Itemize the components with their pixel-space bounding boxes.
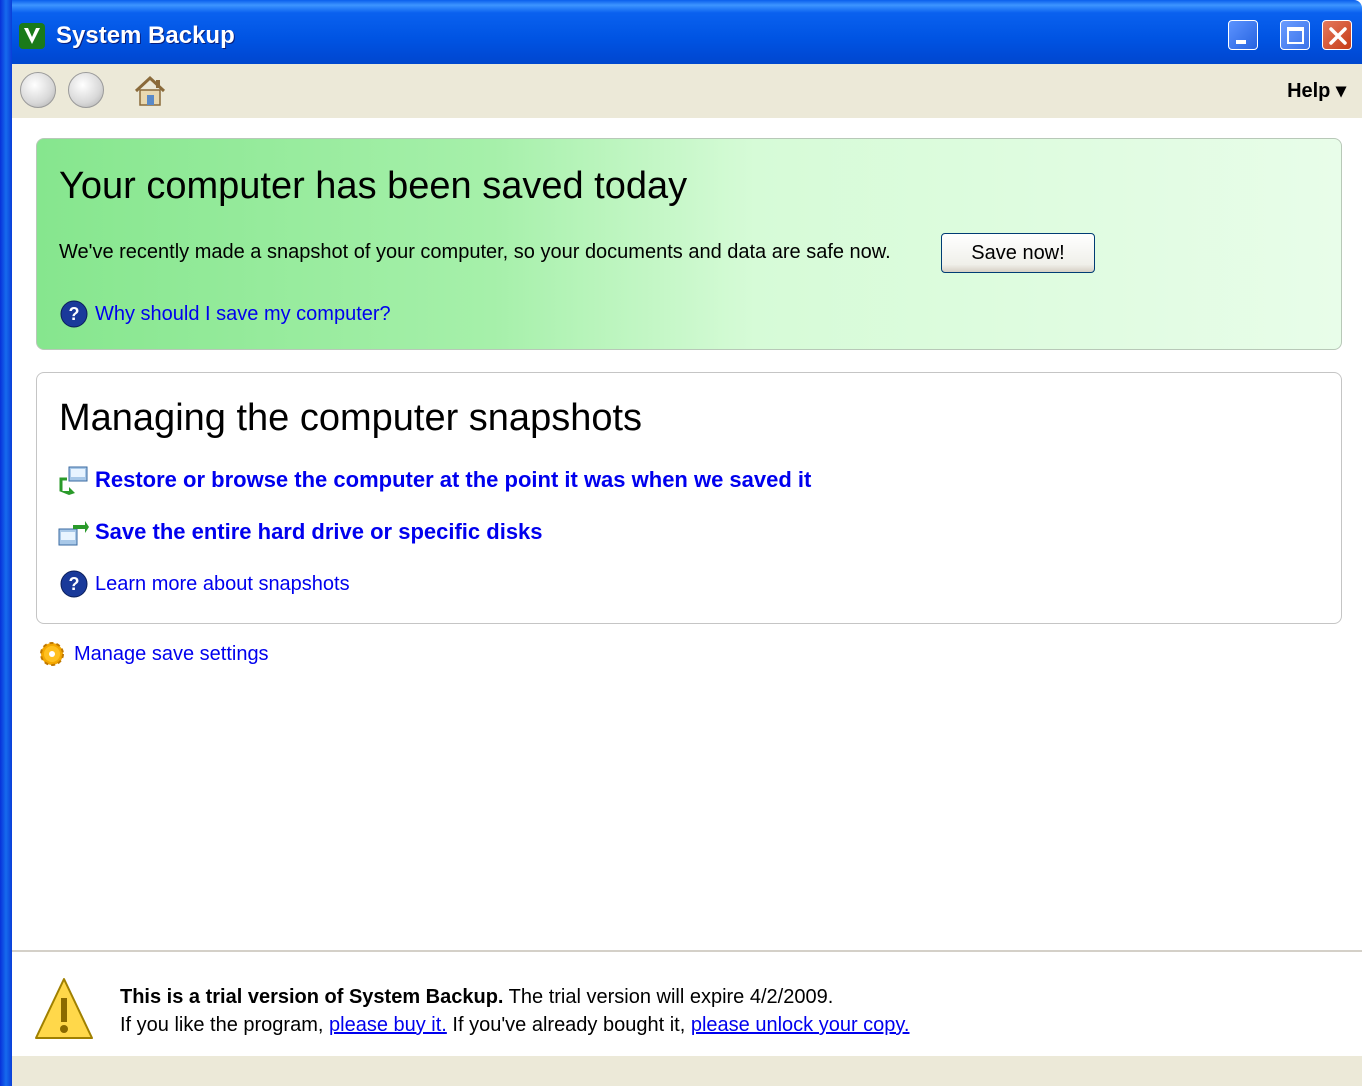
minimize-icon (1236, 40, 1246, 44)
window-title: System Backup (56, 22, 235, 49)
status-title: Your computer has been saved today (59, 165, 688, 207)
minimize-button[interactable] (1228, 20, 1258, 50)
save-now-button[interactable]: Save now! (941, 233, 1095, 273)
snapshots-panel: Managing the computer snapshots Restore … (36, 372, 1342, 624)
unlock-link[interactable]: please unlock your copy. (691, 1014, 910, 1036)
maximize-icon (1287, 27, 1304, 44)
save-disk-icon (58, 521, 89, 546)
trial-prefix: If you like the program, (120, 1014, 324, 1036)
restore-icon (59, 466, 88, 495)
manage-settings-link[interactable]: Manage save settings (36, 638, 269, 670)
window-frame-left (0, 0, 12, 1086)
forward-arrow-icon (69, 73, 103, 107)
trial-bold-text: This is a trial version of System Backup… (120, 986, 504, 1008)
question-icon: ? (60, 300, 88, 328)
buy-link[interactable]: please buy it. (329, 1014, 447, 1036)
main-content: Your computer has been saved today We've… (12, 118, 1362, 950)
app-v-icon (19, 23, 45, 49)
learn-snapshots-link[interactable]: ? Learn more about snapshots (59, 569, 350, 599)
trial-middle: If you've already bought it, (452, 1014, 686, 1036)
snapshots-title: Managing the computer snapshots (59, 397, 643, 439)
back-button[interactable] (20, 72, 56, 108)
status-panel: Your computer has been saved today We've… (36, 138, 1342, 350)
trial-notice: This is a trial version of System Backup… (120, 986, 833, 1009)
forward-button[interactable] (68, 72, 104, 108)
warning-icon (35, 978, 93, 1039)
learn-snapshots-label[interactable]: Learn more about snapshots (95, 573, 350, 596)
trial-expire-text: The trial version will expire 4/2/2009. (508, 986, 834, 1008)
status-bar (12, 1056, 1362, 1086)
trial-footer: This is a trial version of System Backup… (12, 952, 1362, 1056)
app-window: System Backup Help ▾ Your computer has b… (0, 0, 1362, 1086)
status-description: We've recently made a snapshot of your c… (59, 241, 891, 263)
restore-label[interactable]: Restore or browse the computer at the po… (95, 467, 811, 493)
save-disks-label[interactable]: Save the entire hard drive or specific d… (95, 519, 543, 545)
gear-icon (40, 642, 64, 666)
help-menu[interactable]: Help ▾ (1287, 78, 1346, 103)
manage-settings-label[interactable]: Manage save settings (74, 643, 269, 666)
close-button[interactable] (1322, 20, 1352, 50)
close-icon (1329, 27, 1347, 45)
back-arrow-icon (21, 73, 55, 107)
save-disks-link[interactable]: Save the entire hard drive or specific d… (57, 517, 543, 547)
question-icon: ? (60, 570, 88, 598)
navigation-toolbar: Help ▾ (12, 64, 1362, 118)
why-save-label[interactable]: Why should I save my computer? (95, 303, 391, 326)
home-icon[interactable] (132, 74, 168, 108)
title-bar[interactable]: System Backup (0, 0, 1362, 64)
restore-link[interactable]: Restore or browse the computer at the po… (57, 465, 811, 495)
svg-text:?: ? (69, 304, 80, 324)
why-save-link[interactable]: ? Why should I save my computer? (59, 299, 391, 329)
maximize-button[interactable] (1280, 20, 1310, 50)
trial-actions: If you like the program, please buy it. … (120, 1014, 910, 1037)
svg-text:?: ? (69, 574, 80, 594)
